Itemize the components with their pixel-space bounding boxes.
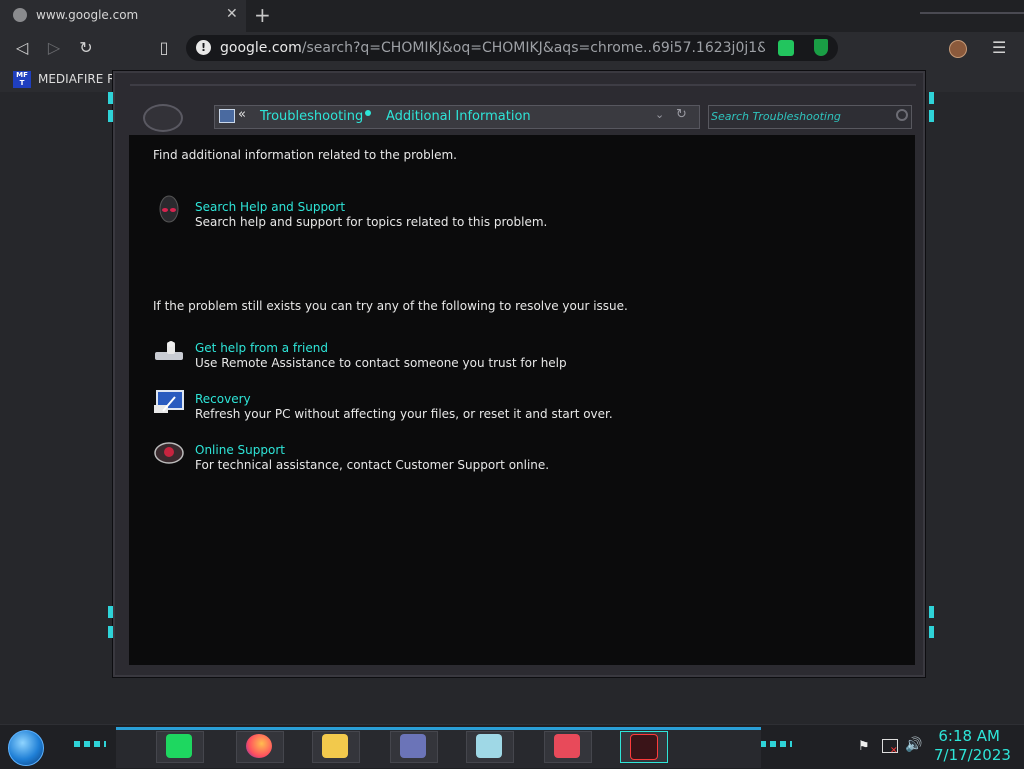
frame-accent-right-bottom-2 (929, 626, 934, 638)
frame-accent-right-top-2 (929, 110, 934, 122)
recovery-icon[interactable] (153, 389, 184, 417)
get-help-friend-description: Use Remote Assistance to contact someone… (195, 356, 567, 370)
intro-text: Find additional information related to t… (153, 148, 457, 162)
url-path: /search?q=CHOMIKJ&oq=CHOMIKJ&aqs=chrome.… (301, 40, 765, 56)
shield-extension-icon[interactable] (814, 39, 828, 56)
window-top-decoration (130, 72, 916, 86)
back-icon[interactable]: ◁ (11, 38, 33, 58)
online-support-link[interactable]: Online Support (195, 443, 285, 457)
tab-title: www.google.com (36, 8, 139, 22)
site-info-icon[interactable]: ! (196, 40, 211, 55)
frame-accent-right-top (929, 92, 934, 104)
online-support-icon[interactable] (153, 440, 184, 468)
taskbar-accent-left (74, 741, 106, 747)
firefox-icon (246, 734, 272, 758)
clock-time[interactable]: 6:18 AM (938, 727, 1000, 745)
remote-assistance-icon[interactable] (153, 340, 183, 368)
frame-accent-left-top (108, 92, 113, 104)
start-button[interactable] (8, 730, 44, 766)
search-help-support-link[interactable]: Search Help and Support (195, 200, 345, 214)
bookmark-star-icon[interactable]: ▯ (153, 38, 175, 58)
spotify-icon (166, 734, 192, 758)
reload-icon[interactable]: ↻ (75, 38, 97, 58)
control-panel-icon (219, 109, 235, 123)
control-panel-icon (400, 734, 426, 758)
window-emblem-icon (143, 104, 183, 132)
frame-accent-right-bottom (929, 606, 934, 618)
close-tab-icon[interactable]: ✕ (226, 6, 238, 22)
volume-icon[interactable]: 🔊 (905, 737, 922, 753)
breadcrumb-additional-information[interactable]: Additional Information (386, 109, 531, 124)
network-disconnected-icon: ✕ (890, 746, 898, 756)
notepad-icon (476, 734, 502, 758)
extension-green-icon[interactable] (778, 40, 794, 56)
url-host: google.com (220, 40, 302, 56)
mediafire-bookmark-icon[interactable]: MF T (13, 71, 31, 88)
browser-menu-icon[interactable]: ☰ (992, 38, 1006, 57)
refresh-icon[interactable]: ↻ (676, 107, 687, 122)
frame-accent-left-bottom-2 (108, 626, 113, 638)
get-help-friend-link[interactable]: Get help from a friend (195, 341, 328, 355)
frame-accent-left-bottom (108, 606, 113, 618)
url-text[interactable]: google.com/search?q=CHOMIKJ&oq=CHOMIKJ&a… (220, 40, 765, 56)
clock-date[interactable]: 7/17/2023 (934, 746, 1011, 764)
recovery-description: Refresh your PC without affecting your f… (195, 407, 613, 421)
chevron-down-icon[interactable]: ⌄ (655, 108, 664, 121)
news-icon (554, 734, 580, 758)
taskbar-accent-right (760, 741, 792, 747)
new-tab-button[interactable]: + (254, 3, 271, 27)
breadcrumb-troubleshooting[interactable]: Troubleshooting (260, 109, 363, 124)
file-explorer-icon (322, 734, 348, 758)
forward-icon[interactable]: ▷ (43, 38, 65, 58)
action-center-flag-icon[interactable]: ⚑ (858, 739, 870, 754)
still-exists-text: If the problem still exists you can try … (153, 299, 628, 313)
breadcrumb-separator-icon (365, 110, 371, 116)
search-help-support-description: Search help and support for topics relat… (195, 215, 548, 229)
frame-accent-left-top-2 (108, 110, 113, 122)
search-input[interactable] (711, 108, 891, 124)
recovery-link[interactable]: Recovery (195, 392, 251, 406)
online-support-description: For technical assistance, contact Custom… (195, 458, 550, 472)
breadcrumb-overflow-button[interactable]: « (238, 107, 246, 122)
bookmark-mediafire[interactable]: MEDIAFIRE RC (38, 72, 123, 86)
alien-help-icon[interactable] (156, 195, 186, 223)
globe-icon (13, 8, 27, 22)
titlebar-decoration (920, 0, 1024, 14)
profile-avatar[interactable] (949, 40, 967, 58)
search-icon[interactable] (896, 109, 908, 121)
troubleshooting-icon (630, 734, 658, 760)
